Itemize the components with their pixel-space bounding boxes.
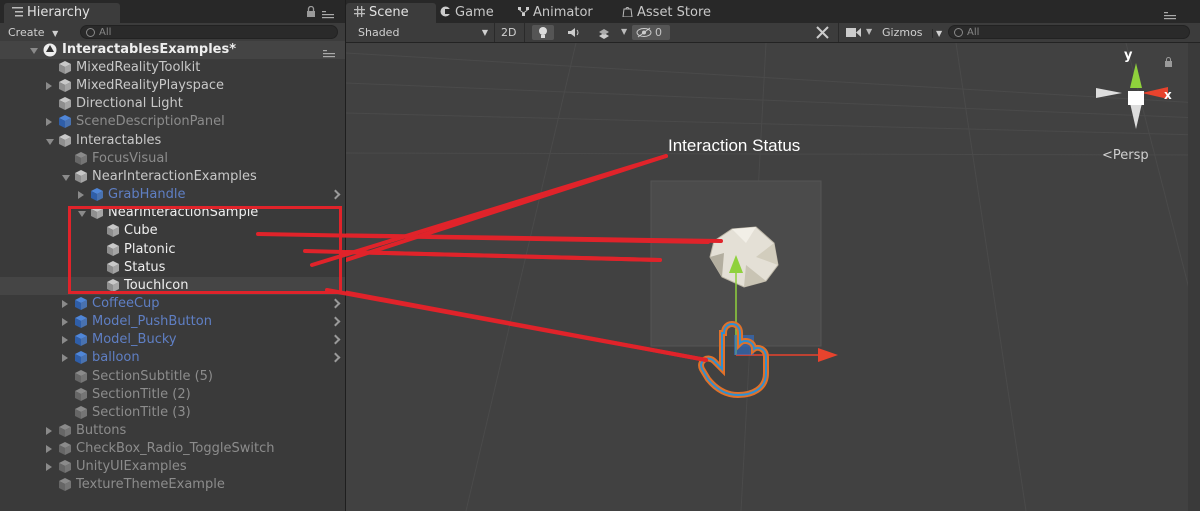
- annotation-overlay: [256, 154, 710, 362]
